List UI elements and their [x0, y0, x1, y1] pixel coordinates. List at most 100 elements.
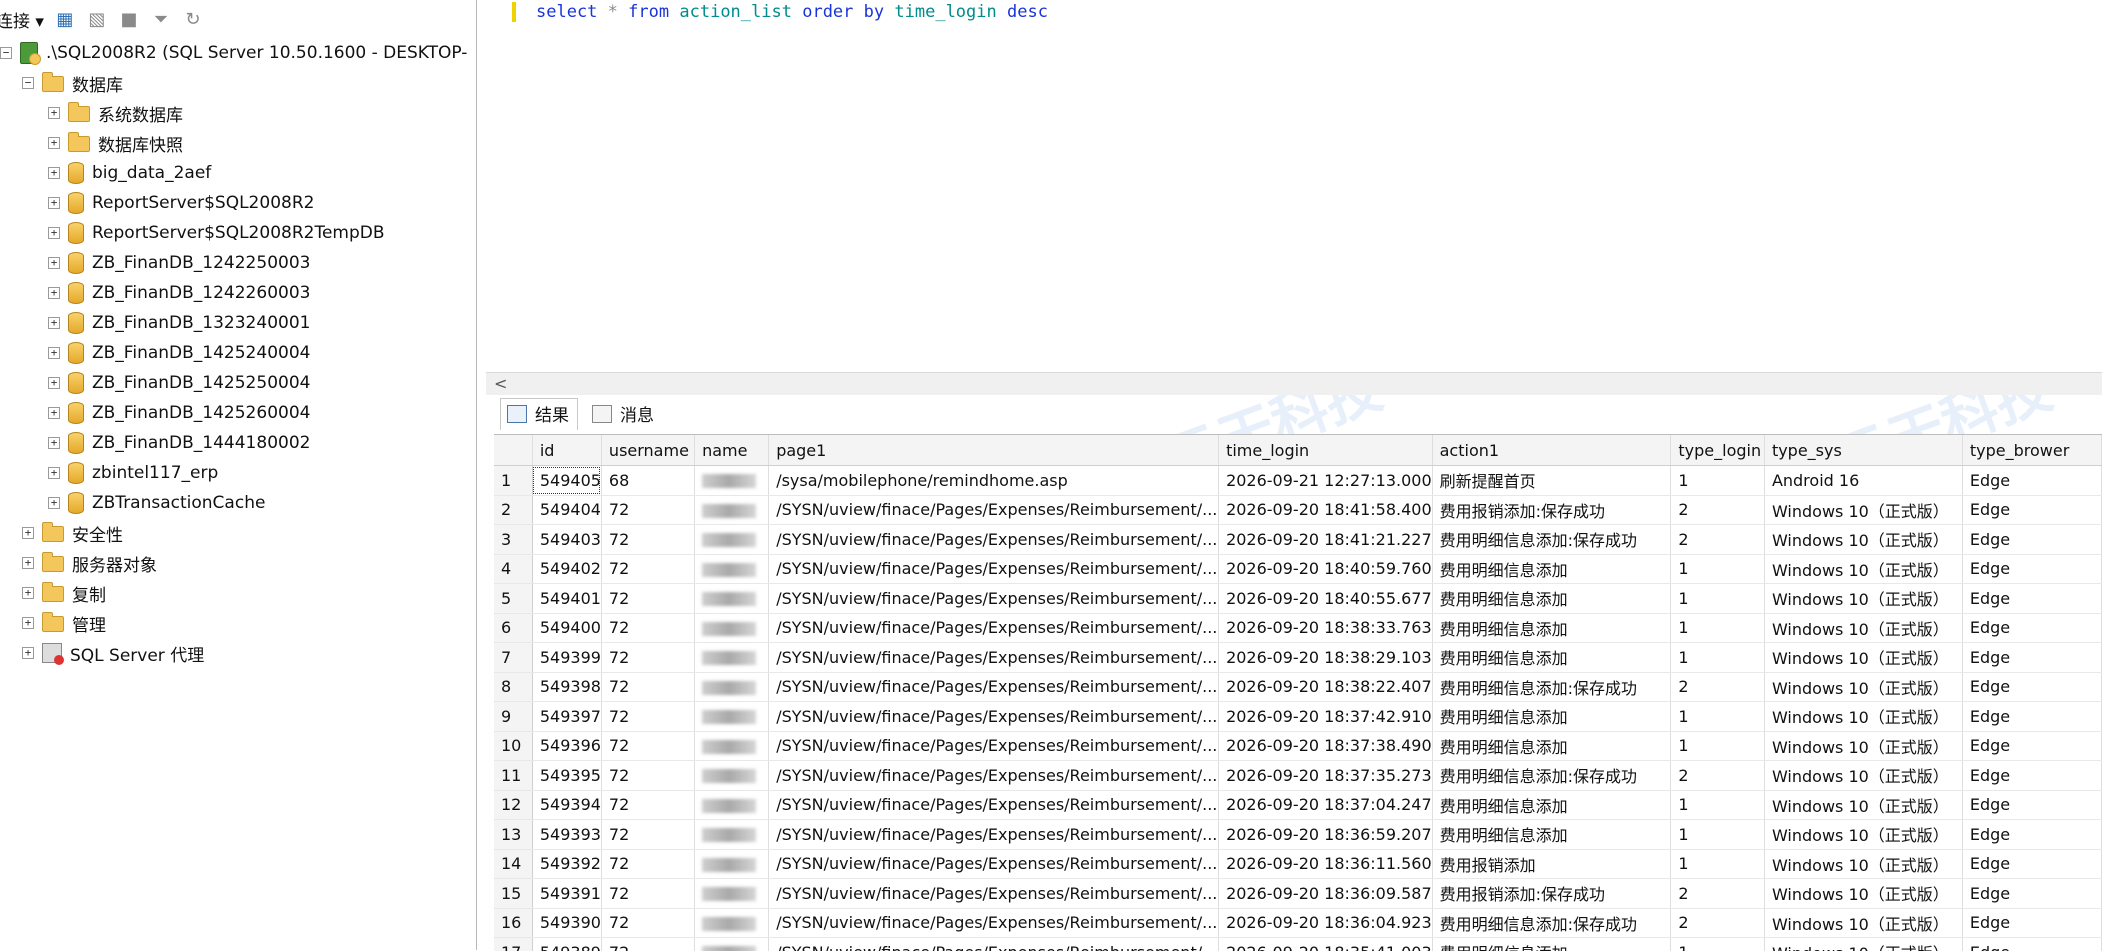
table-row[interactable]: 254940472/SYSN/uview/finace/Pages/Expens…: [494, 495, 2102, 525]
expand-toggle[interactable]: +: [48, 437, 60, 449]
column-header-name[interactable]: name: [695, 435, 769, 466]
cell-username[interactable]: 72: [601, 731, 694, 761]
cell-id[interactable]: 549398: [532, 672, 601, 702]
cell-type-login[interactable]: Windows 10（正式版）: [1764, 495, 1962, 525]
cell-type-sys[interactable]: Edge: [1962, 554, 2101, 584]
cell-name[interactable]: [695, 584, 769, 614]
cell-id[interactable]: 549395: [532, 761, 601, 791]
query-editor[interactable]: select * from action_list order by time_…: [486, 0, 2102, 372]
cell-time-login[interactable]: 费用明细信息添加: [1432, 643, 1671, 673]
cell-type-login[interactable]: Windows 10（正式版）: [1764, 761, 1962, 791]
cell-name[interactable]: [695, 525, 769, 555]
column-header-id[interactable]: id: [532, 435, 601, 466]
cell-name[interactable]: /SYSN/uview/finace/Pages/Expenses/Reimbu…: [769, 761, 1219, 791]
cell-id[interactable]: 549396: [532, 731, 601, 761]
cell-time-login[interactable]: 费用明细信息添加: [1432, 938, 1671, 951]
table-row[interactable]: 754939972/SYSN/uview/finace/Pages/Expens…: [494, 643, 2102, 673]
table-row[interactable]: 1654939072/SYSN/uview/finace/Pages/Expen…: [494, 908, 2102, 938]
cell-page1[interactable]: 2026-09-20 18:36:59.207: [1219, 820, 1433, 850]
cell-page1[interactable]: 2026-09-20 18:35:41.003: [1219, 938, 1433, 951]
cell-name[interactable]: /SYSN/uview/finace/Pages/Expenses/Reimbu…: [769, 613, 1219, 643]
cell-time-login[interactable]: 费用明细信息添加: [1432, 613, 1671, 643]
cell-action1[interactable]: 2: [1671, 495, 1765, 525]
cell-action1[interactable]: 1: [1671, 584, 1765, 614]
expand-toggle[interactable]: +: [48, 347, 60, 359]
cell-type-login[interactable]: Windows 10（正式版）: [1764, 849, 1962, 879]
cell-type-login[interactable]: Windows 10（正式版）: [1764, 613, 1962, 643]
column-header-type-brower[interactable]: type_brower: [1962, 435, 2101, 466]
expand-toggle[interactable]: +: [22, 527, 34, 539]
tree-node-folder[interactable]: +安全性: [0, 518, 476, 548]
tree-node-folder[interactable]: +服务器对象: [0, 548, 476, 578]
row-number[interactable]: 15: [494, 879, 532, 909]
disconnect-icon[interactable]: ▧: [86, 8, 108, 30]
cell-type-login[interactable]: Windows 10（正式版）: [1764, 702, 1962, 732]
table-row[interactable]: 1554939172/SYSN/uview/finace/Pages/Expen…: [494, 879, 2102, 909]
cell-username[interactable]: 72: [601, 554, 694, 584]
cell-type-login[interactable]: Windows 10（正式版）: [1764, 908, 1962, 938]
tree-node-database[interactable]: +big_data_2aef: [0, 158, 476, 188]
collapse-toggle[interactable]: −: [22, 77, 34, 89]
expand-toggle[interactable]: +: [48, 317, 60, 329]
cell-page1[interactable]: 2026-09-20 18:36:09.587: [1219, 879, 1433, 909]
tab-messages[interactable]: 消息: [586, 399, 662, 430]
cell-action1[interactable]: 1: [1671, 790, 1765, 820]
cell-page1[interactable]: 2026-09-20 18:37:35.273: [1219, 761, 1433, 791]
expand-toggle[interactable]: +: [48, 497, 60, 509]
cell-name[interactable]: /sysa/mobilephone/remindhome.asp: [769, 466, 1219, 496]
connect-button[interactable]: 连接 ▾: [0, 7, 44, 32]
collapse-toggle[interactable]: −: [0, 47, 12, 59]
cell-type-login[interactable]: Windows 10（正式版）: [1764, 938, 1962, 951]
cell-name[interactable]: [695, 849, 769, 879]
connect-object-icon[interactable]: ▦: [54, 8, 76, 30]
cell-page1[interactable]: 2026-09-20 18:36:04.923: [1219, 908, 1433, 938]
expand-toggle[interactable]: +: [22, 647, 34, 659]
cell-time-login[interactable]: 费用报销添加:保存成功: [1432, 879, 1671, 909]
cell-type-login[interactable]: Windows 10（正式版）: [1764, 790, 1962, 820]
cell-time-login[interactable]: 费用明细信息添加: [1432, 554, 1671, 584]
cell-name[interactable]: [695, 731, 769, 761]
cell-action1[interactable]: 1: [1671, 938, 1765, 951]
expand-toggle[interactable]: +: [48, 407, 60, 419]
cell-time-login[interactable]: 费用明细信息添加: [1432, 820, 1671, 850]
cell-type-login[interactable]: Windows 10（正式版）: [1764, 554, 1962, 584]
cell-page1[interactable]: 2026-09-21 12:27:13.000: [1219, 466, 1433, 496]
expand-toggle[interactable]: +: [48, 137, 60, 149]
cell-time-login[interactable]: 费用明细信息添加: [1432, 702, 1671, 732]
cell-time-login[interactable]: 费用明细信息添加:保存成功: [1432, 672, 1671, 702]
cell-type-sys[interactable]: Edge: [1962, 672, 2101, 702]
expand-toggle[interactable]: +: [48, 197, 60, 209]
row-number[interactable]: 10: [494, 731, 532, 761]
expand-toggle[interactable]: +: [48, 167, 60, 179]
cell-time-login[interactable]: 刷新提醒首页: [1432, 466, 1671, 496]
cell-name[interactable]: /SYSN/uview/finace/Pages/Expenses/Reimbu…: [769, 731, 1219, 761]
tree-node-database[interactable]: +ZB_FinanDB_1425240004: [0, 338, 476, 368]
cell-name[interactable]: /SYSN/uview/finace/Pages/Expenses/Reimbu…: [769, 820, 1219, 850]
table-row[interactable]: 1154939572/SYSN/uview/finace/Pages/Expen…: [494, 761, 2102, 791]
cell-name[interactable]: [695, 938, 769, 951]
cell-page1[interactable]: 2026-09-20 18:38:22.407: [1219, 672, 1433, 702]
cell-type-login[interactable]: Windows 10（正式版）: [1764, 820, 1962, 850]
tree-node-database[interactable]: +ZB_FinanDB_1444180002: [0, 428, 476, 458]
cell-type-sys[interactable]: Edge: [1962, 908, 2101, 938]
cell-name[interactable]: [695, 495, 769, 525]
cell-type-sys[interactable]: Edge: [1962, 731, 2101, 761]
row-number[interactable]: 17: [494, 938, 532, 951]
cell-time-login[interactable]: 费用明细信息添加: [1432, 731, 1671, 761]
cell-id[interactable]: 549391: [532, 879, 601, 909]
row-number[interactable]: 11: [494, 761, 532, 791]
expand-toggle[interactable]: +: [48, 227, 60, 239]
cell-name[interactable]: [695, 643, 769, 673]
cell-username[interactable]: 72: [601, 908, 694, 938]
cell-username[interactable]: 72: [601, 495, 694, 525]
cell-type-sys[interactable]: Edge: [1962, 525, 2101, 555]
tree-node-folder[interactable]: +数据库快照: [0, 128, 476, 158]
stop-icon[interactable]: ■: [118, 8, 140, 30]
table-row[interactable]: 1054939672/SYSN/uview/finace/Pages/Expen…: [494, 731, 2102, 761]
cell-id[interactable]: 549390: [532, 908, 601, 938]
cell-time-login[interactable]: 费用明细信息添加: [1432, 790, 1671, 820]
tree-node-database[interactable]: +ZB_FinanDB_1242250003: [0, 248, 476, 278]
tree-node-database[interactable]: +ZBTransactionCache: [0, 488, 476, 518]
cell-username[interactable]: 72: [601, 790, 694, 820]
table-row[interactable]: 1454939272/SYSN/uview/finace/Pages/Expen…: [494, 849, 2102, 879]
